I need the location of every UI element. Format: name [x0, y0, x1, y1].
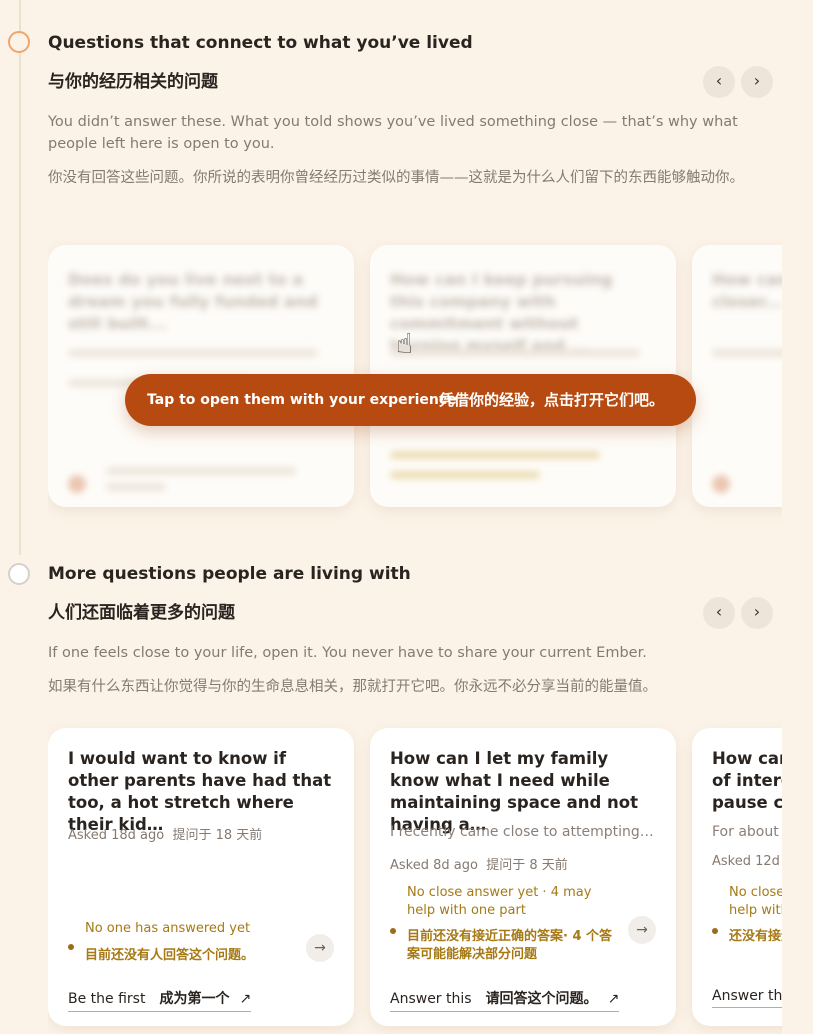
timeline-step-2-dot: [8, 563, 30, 585]
be-the-first-link[interactable]: Be the first 成为第一个 ↗: [68, 988, 252, 1012]
asked-time: Asked 8d ago 提问于 8 天前: [390, 858, 568, 873]
open-with-experience-label: Tap to open them with your experience: [147, 392, 457, 408]
timeline-step-1-dot: [8, 31, 30, 53]
tap-hand-icon: ☝: [396, 327, 414, 360]
blurred-question-text: Does do you live next to a dream you ful…: [68, 270, 318, 333]
question-card[interactable]: How can I maintain a sense of interest w…: [692, 728, 782, 1026]
status-text: No close answer yet · 4 may help with on…: [407, 885, 592, 918]
open-with-experience-button[interactable]: Tap to open them with your experience 凭借…: [125, 374, 696, 426]
question-card[interactable]: How can I let my family know what I need…: [370, 728, 676, 1026]
question-text: I would want to know if other parents ha…: [68, 749, 332, 834]
section1-title: Questions that connect to what you’ve li…: [48, 33, 473, 53]
answer-status: No close answer yet · 4 may help with on…: [390, 884, 616, 970]
external-arrow-icon: ↗: [607, 991, 620, 1007]
status-text: No close answer yet · 4 may help with on…: [729, 885, 782, 918]
asked-time: Asked 18d ago 提问于 18 天前: [68, 828, 263, 843]
open-question-arrow-icon[interactable]: →: [306, 934, 334, 962]
section1-prev-button[interactable]: ‹: [703, 66, 735, 98]
question-excerpt: For about a: [712, 824, 782, 840]
question-excerpt: I recently came close to attempting…: [390, 824, 654, 840]
asked-time: Asked 12d ago: [712, 854, 782, 869]
open-with-experience-label-zh: 凭借你的经验，点击打开它们吧。: [439, 391, 665, 409]
section2-prev-button[interactable]: ‹: [703, 597, 735, 629]
section1-description: You didn’t answer these. What you told s…: [48, 114, 738, 152]
status-bullet: [712, 928, 718, 934]
section2-next-button[interactable]: ›: [741, 597, 773, 629]
answer-this-link[interactable]: Answer this: [712, 988, 782, 1008]
section2-description: If one feels close to your life, open it…: [48, 645, 647, 661]
question-text: How can I maintain a sense of interest w…: [712, 749, 782, 812]
section1-next-button[interactable]: ›: [741, 66, 773, 98]
status-text-zh: 还没有接近正确的答案 部分的解决: [729, 929, 782, 944]
section1-title-zh: 与你的经历相关的问题: [48, 72, 218, 92]
section2-carousel: I would want to know if other parents ha…: [48, 722, 782, 1034]
answer-status: No one has answered yet 目前还没有人回答这个问题。: [68, 920, 294, 970]
status-text-zh: 目前还没有人回答这个问题。: [85, 948, 255, 963]
section2-title-zh: 人们还面临着更多的问题: [48, 603, 235, 623]
external-arrow-icon: ↗: [239, 991, 252, 1007]
section2-title: More questions people are living with: [48, 564, 411, 584]
open-question-arrow-icon[interactable]: →: [628, 916, 656, 944]
blurred-question-text: How can I keep having a closer...: [712, 270, 782, 311]
answer-this-link[interactable]: Answer this 请回答这个问题。 ↗: [390, 988, 620, 1012]
status-bullet: [390, 928, 396, 934]
question-text: How can I let my family know what I need…: [390, 749, 638, 834]
status-text: No one has answered yet: [85, 921, 251, 936]
status-bullet: [68, 944, 74, 950]
timeline-rail: [19, 0, 21, 555]
section1-description-zh: 你没有回答这些问题。你所说的表明你曾经经历过类似的事情——这就是为什么人们留下的…: [48, 170, 744, 186]
question-card[interactable]: I would want to know if other parents ha…: [48, 728, 354, 1026]
blurred-question-card[interactable]: How can I keep having a closer...: [692, 245, 782, 507]
blurred-question-text: How can I keep pursuing this company wit…: [390, 270, 613, 355]
answer-status: No close answer yet · 4 may help with on…: [712, 884, 782, 970]
section2-description-zh: 如果有什么东西让你觉得与你的生命息息相关，那就打开它吧。你永远不必分享当前的能量…: [48, 679, 657, 695]
status-text-zh: 目前还没有接近正确的答案· 4 个答案可能能解决部分问题: [407, 929, 613, 962]
